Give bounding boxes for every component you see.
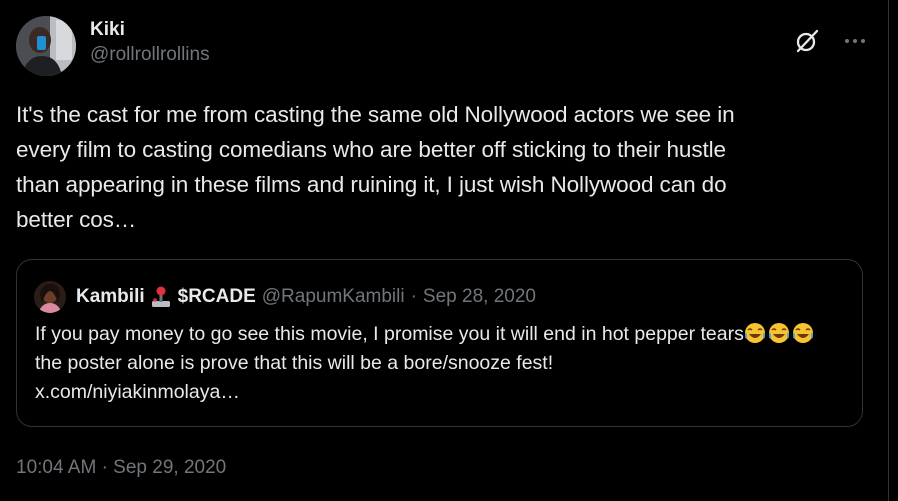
more-button[interactable] [838,24,872,58]
grok-slash-icon [796,29,819,53]
quoted-display-name: Kambili [76,286,145,307]
face-with-tears-of-joy-icon [768,323,789,343]
author-handle[interactable]: @rollrollrollins [90,42,210,68]
face-with-tears-of-joy-icon [792,323,813,343]
column-divider [888,0,889,501]
quoted-avatar [34,281,66,313]
tweet-date[interactable]: Sep 29, 2020 [113,457,226,478]
quoted-name-suffix: $RCADE [177,286,256,307]
quoted-text-part1: If you pay money to go see this movie, I… [35,323,744,345]
quoted-handle: @RapumKambili [261,286,405,307]
more-horizontal-icon [845,39,865,43]
tweet-timestamp: 10:04 AM · Sep 29, 2020 [16,456,226,480]
tweet-time[interactable]: 10:04 AM [16,457,96,478]
author-names: Kiki @rollrollrollins [90,18,210,68]
quoted-link[interactable]: x.com/niyiakinmolaya… [35,381,240,403]
quoted-tweet-header: Kambili $RCADE @RapumKambili · Sep 28, 2… [34,281,536,313]
quoted-tweet-card[interactable]: Kambili $RCADE @RapumKambili · Sep 28, 2… [16,259,863,427]
grok-button[interactable] [790,24,824,58]
joystick-icon [151,286,170,307]
quoted-separator: · [410,286,417,307]
tweet-header: Kiki @rollrollrollins [16,16,876,76]
quoted-tweet-text: If you pay money to go see this movie, I… [35,320,847,407]
quoted-text-part2: the poster alone is prove that this will… [35,352,554,374]
tweet-text: It's the cast for me from casting the sa… [16,102,735,232]
avatar[interactable] [16,16,76,76]
timestamp-separator: · [101,457,108,478]
author-display-name[interactable]: Kiki [90,18,210,42]
quoted-date: Sep 28, 2020 [422,286,536,307]
face-with-tears-of-joy-icon [744,323,765,343]
